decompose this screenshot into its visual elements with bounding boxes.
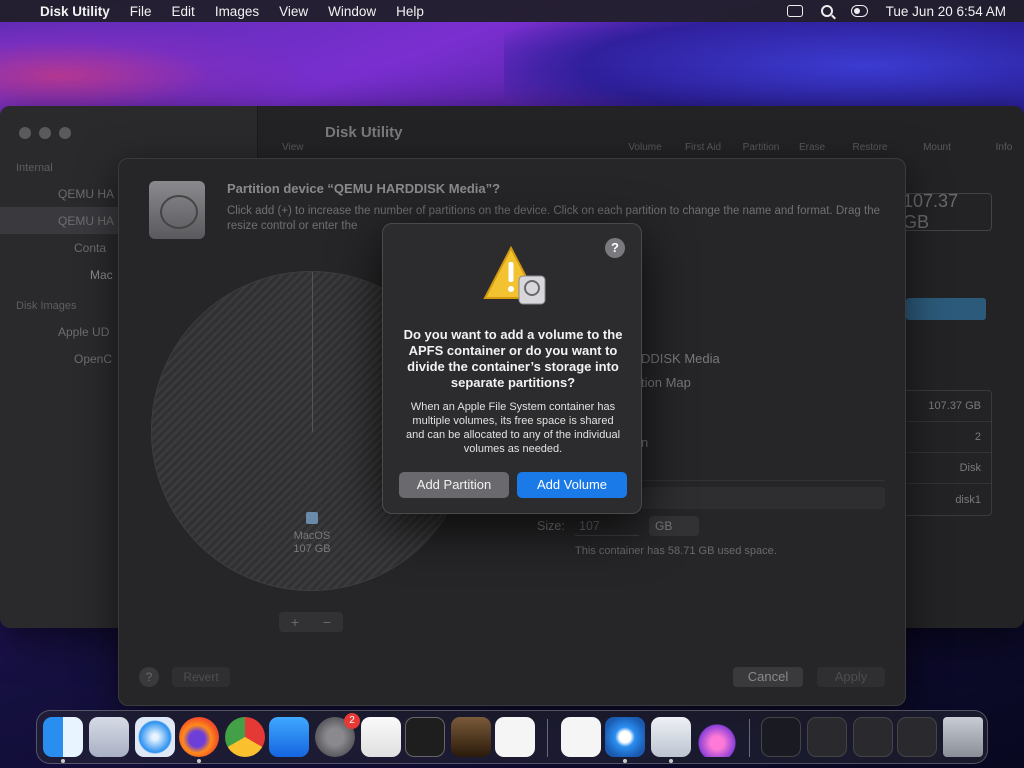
alert-help-button[interactable]: ?: [605, 238, 625, 258]
info-table: 107.37 GB 2 Disk disk1: [900, 390, 992, 516]
window-thumbnail-1[interactable]: [761, 717, 801, 757]
spotlight-search-icon[interactable]: [820, 5, 833, 17]
launchpad-icon[interactable]: [89, 717, 129, 757]
zoom-window-button[interactable]: [59, 127, 71, 139]
dock-separator: [547, 719, 548, 757]
garageband-icon[interactable]: [451, 717, 491, 757]
device-name-partial: DDISK Media: [641, 351, 720, 366]
toolbar-mount-button[interactable]: Mount: [902, 142, 972, 153]
window-thumbnail-2[interactable]: [807, 717, 847, 757]
running-indicator: [61, 759, 65, 763]
pie-resize-handle[interactable]: [312, 272, 313, 432]
control-center-icon[interactable]: [850, 5, 868, 17]
scheme-partial: tion Map: [641, 375, 691, 390]
notification-badge: 2: [344, 713, 360, 729]
pie-partition-label: MacOS 107 GB: [152, 512, 470, 556]
dock: 2: [36, 710, 988, 764]
toolbar-partition-button[interactable]: Partition: [736, 142, 786, 153]
running-indicator: [669, 759, 673, 763]
wallpaper-accent: [0, 22, 300, 112]
visual-studio-icon[interactable]: [561, 717, 601, 757]
safari-icon[interactable]: [135, 717, 175, 757]
system-settings-icon[interactable]: 2: [315, 713, 360, 757]
container-usage-note: This container has 58.71 GB used space.: [575, 545, 777, 557]
window-thumbnail-4[interactable]: [897, 717, 937, 757]
format-select[interactable]: [641, 487, 885, 509]
window-controls: [19, 127, 71, 139]
disk-utility-icon[interactable]: [651, 717, 691, 757]
window-title: Disk Utility: [325, 124, 403, 141]
dock-separator: [749, 719, 750, 757]
volume-mini-icon: [306, 512, 318, 524]
name-field[interactable]: [641, 459, 885, 481]
menu-file[interactable]: File: [130, 4, 152, 19]
partition-header-partial: n: [641, 435, 649, 450]
pie-partition-size: 107 GB: [293, 543, 331, 555]
menu-clock[interactable]: Tue Jun 20 6:54 AM: [886, 4, 1006, 19]
disk-size-display: 107.37 GB: [902, 191, 992, 232]
info-type: Disk: [901, 453, 991, 484]
minimize-window-button[interactable]: [39, 127, 51, 139]
cancel-button[interactable]: Cancel: [733, 667, 803, 687]
chrome-icon[interactable]: [225, 717, 265, 757]
terminal-icon[interactable]: [405, 717, 445, 757]
alert-body: When an Apple File System container has …: [405, 401, 621, 455]
trash-icon[interactable]: [943, 717, 983, 757]
add-partition-button[interactable]: Add Partition: [399, 472, 509, 498]
sheet-title: Partition device “QEMU HARDDISK Media”?: [227, 181, 501, 196]
menu-edit[interactable]: Edit: [172, 4, 195, 19]
alert-heading: Do you want to add a volume to the APFS …: [403, 327, 623, 390]
info-capacity: 107.37 GB: [901, 391, 991, 422]
toolbar-first-aid-button[interactable]: First Aid: [670, 142, 736, 153]
close-window-button[interactable]: [19, 127, 31, 139]
textedit-icon[interactable]: [361, 717, 401, 757]
info-child-count: 2: [901, 422, 991, 453]
add-volume-button[interactable]: Add Volume: [517, 472, 627, 498]
info-device: disk1: [955, 493, 981, 506]
apply-button[interactable]: Apply: [817, 667, 885, 687]
menu-app-name[interactable]: Disk Utility: [40, 4, 110, 19]
toolbar: Volume First Aid Partition Erase Restore…: [620, 142, 1024, 153]
pie-partition-name: MacOS: [293, 530, 331, 542]
stage-manager-icon[interactable]: [786, 5, 803, 17]
view-button[interactable]: View: [282, 142, 304, 153]
revert-button[interactable]: Revert: [172, 667, 230, 687]
toolbar-restore-button[interactable]: Restore: [838, 142, 902, 153]
vscode-icon[interactable]: [495, 717, 535, 757]
app-store-icon[interactable]: [269, 717, 309, 757]
remove-partition-minus-button[interactable]: −: [311, 612, 343, 632]
window-thumbnail-3[interactable]: [853, 717, 893, 757]
add-partition-plus-button[interactable]: +: [279, 612, 311, 632]
firefox-icon[interactable]: [179, 717, 219, 757]
size-input[interactable]: 107: [575, 516, 639, 536]
warning-icon: [483, 246, 546, 305]
utm-icon[interactable]: [605, 717, 645, 757]
sheet-help-button[interactable]: ?: [139, 667, 159, 687]
hard-disk-icon: [149, 181, 205, 239]
toolbar-info-button[interactable]: Info: [972, 142, 1024, 153]
menu-bar: Disk Utility File Edit Images View Windo…: [0, 0, 1024, 22]
menu-window[interactable]: Window: [328, 4, 376, 19]
menu-view[interactable]: View: [279, 4, 308, 19]
menu-help[interactable]: Help: [396, 4, 424, 19]
toolbar-erase-button[interactable]: Erase: [786, 142, 838, 153]
running-indicator: [623, 759, 627, 763]
size-unit-select[interactable]: GB: [649, 516, 699, 536]
running-indicator: [197, 759, 201, 763]
finder-icon[interactable]: [43, 717, 83, 757]
apfs-alert-dialog: ? Do you want to add a volume to the APF…: [382, 223, 642, 514]
add-remove-partition-control: + −: [279, 612, 343, 632]
menu-images[interactable]: Images: [215, 4, 259, 19]
installer-icon[interactable]: [697, 717, 737, 757]
usage-bar: [906, 298, 986, 320]
size-label: Size:: [537, 519, 565, 533]
toolbar-volume-button[interactable]: Volume: [620, 142, 670, 153]
